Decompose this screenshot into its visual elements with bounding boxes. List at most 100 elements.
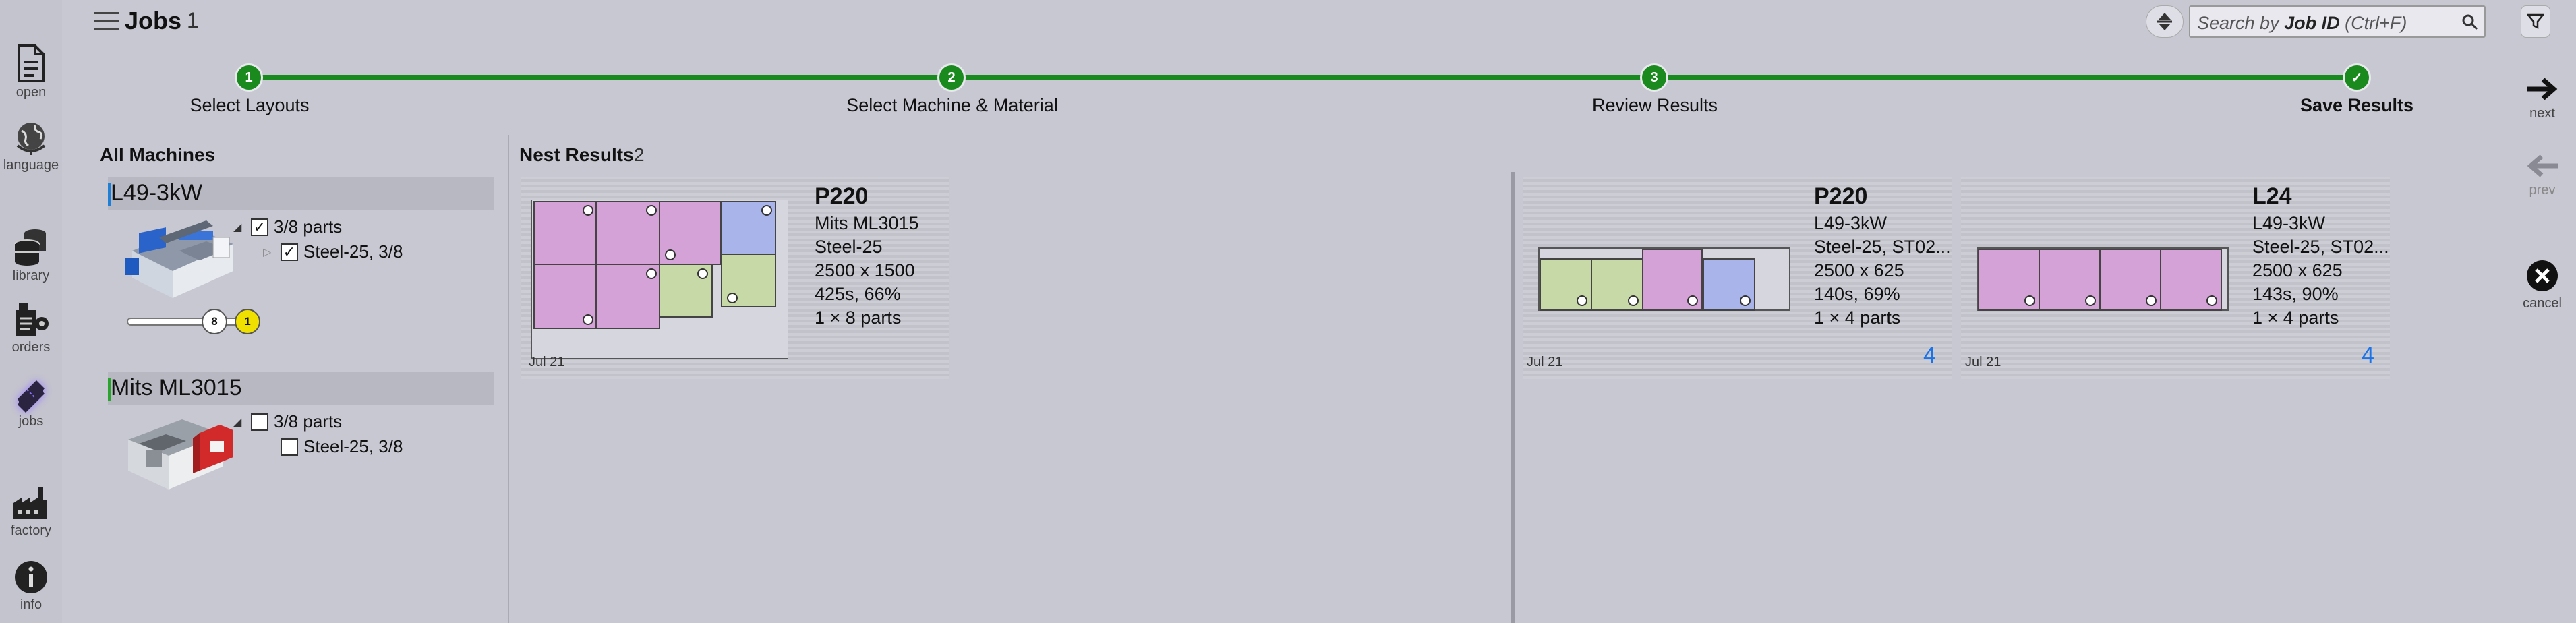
nest-material: Steel-25, ST02... — [2252, 237, 2389, 257]
parts-label: 3/8 parts — [274, 411, 343, 432]
nest-part-name: P220 — [1814, 183, 1868, 209]
slider-badge: 1 — [235, 309, 260, 334]
nest-machine: L49-3kW — [1814, 213, 1887, 233]
step-2-dot[interactable]: 2 — [937, 63, 966, 92]
nest-part-name: L24 — [2252, 183, 2292, 209]
nest-date: Jul 21 — [1965, 355, 2001, 369]
nav-library[interactable]: library — [0, 227, 62, 284]
nav-open-label: open — [16, 85, 47, 100]
job-count: 1 — [187, 8, 199, 32]
page-title: Jobs — [125, 7, 182, 34]
panel-divider — [508, 135, 509, 623]
nest-machine: L49-3kW — [2252, 213, 2326, 233]
nest-sheet-size: 2500 x 625 — [2252, 260, 2343, 280]
step-3-label: Review Results — [1591, 95, 1718, 115]
document-icon — [18, 44, 45, 82]
nav-orders-label: orders — [11, 340, 51, 355]
prev-button[interactable]: prev — [2509, 152, 2576, 198]
cancel-label: cancel — [2523, 296, 2562, 311]
nest-sheet-size: 2500 x 625 — [1814, 260, 1904, 280]
info-icon — [15, 561, 47, 593]
machine-header-mits[interactable]: Mits ML3015 — [108, 372, 494, 405]
nav-language-label: language — [3, 158, 59, 173]
factory-icon — [13, 487, 47, 519]
machine-name: Mits ML3015 — [111, 375, 242, 400]
ticket-icon — [18, 380, 45, 413]
nest-result-card[interactable]: P220 L49-3kW Steel-25, ST02... 2500 x 62… — [1523, 177, 1952, 379]
nav-jobs[interactable]: jobs — [0, 375, 62, 429]
nav-library-label: library — [12, 268, 50, 283]
tree-row-parts-mits: ◢ 3/8 parts — [233, 411, 342, 432]
search-icon[interactable] — [2461, 13, 2479, 31]
slider-knob[interactable]: 8 — [202, 309, 227, 334]
search-placeholder: Search by Job ID (Ctrl+F) — [2197, 13, 2407, 33]
close-icon — [2527, 260, 2558, 291]
parts-label: 3/8 parts — [274, 216, 343, 237]
nest-parts-count: 1 × 4 parts — [1814, 307, 1901, 328]
step-2-label: Select Machine & Material — [846, 95, 1058, 115]
nest-material: Steel-25, ST02... — [1814, 237, 1951, 257]
globe-icon — [16, 123, 46, 155]
nav-open[interactable]: open — [0, 43, 62, 100]
results-divider[interactable] — [1511, 172, 1515, 623]
machine-header-l49[interactable]: L49-3kW — [108, 177, 494, 210]
tree-row-material-mits: Steel-25, 3/8 — [281, 436, 403, 457]
material-checkbox-mits[interactable] — [281, 438, 298, 456]
cancel-button[interactable]: cancel — [2509, 259, 2576, 312]
laser-machine-image — [128, 419, 233, 489]
orders-icon — [16, 303, 49, 336]
nest-sheet-size: 2500 x 1500 — [815, 260, 915, 280]
nest-machine: Mits ML3015 — [815, 213, 919, 233]
left-nav: open language library orders jobs factor… — [0, 0, 62, 623]
nest-parts-count: 1 × 8 parts — [815, 307, 902, 328]
collapse-triangle-icon[interactable]: ◢ — [233, 415, 245, 429]
nest-results-title: Nest Results — [519, 144, 634, 165]
stepper-progress-line — [250, 75, 2357, 80]
machine-name: L49-3kW — [111, 180, 203, 206]
step-4-check-icon[interactable]: ✓ — [2343, 63, 2371, 92]
nest-date: Jul 21 — [529, 355, 565, 369]
nest-time-utilization: 425s, 66% — [815, 284, 901, 304]
sort-button[interactable] — [2146, 5, 2184, 38]
laser-machine-image — [125, 220, 233, 298]
parts-checkbox-mits[interactable] — [251, 413, 268, 431]
nest-result-card[interactable]: L24 L49-3kW Steel-25, ST02... 2500 x 625… — [1961, 177, 2390, 379]
sort-icon — [2157, 13, 2172, 30]
material-label: Steel-25, 3/8 — [303, 241, 403, 262]
nest-part-name: P220 — [815, 183, 869, 209]
arrow-left-icon — [2527, 154, 2558, 177]
step-4-label: Save Results — [2300, 95, 2414, 115]
next-button[interactable]: next — [2509, 76, 2576, 121]
filter-icon — [2527, 13, 2544, 30]
parts-checkbox-l49[interactable]: ✓ — [251, 218, 268, 236]
nav-info[interactable]: info — [0, 558, 62, 613]
step-3-dot[interactable]: 3 — [1640, 63, 1668, 92]
nav-language[interactable]: language — [0, 119, 62, 173]
step-1-dot[interactable]: 1 — [235, 63, 263, 92]
nest-result-card[interactable]: P220 Mits ML3015 Steel-25 2500 x 1500 42… — [521, 177, 949, 379]
material-label: Steel-25, 3/8 — [303, 436, 403, 456]
step-1-label: Select Layouts — [189, 95, 310, 115]
nav-orders[interactable]: orders — [0, 301, 62, 355]
filter-button[interactable] — [2521, 5, 2550, 38]
nest-time-utilization: 143s, 90% — [2252, 284, 2339, 304]
nest-time-utilization: 140s, 69% — [1814, 284, 1900, 304]
collapse-triangle-icon[interactable]: ◢ — [233, 220, 245, 234]
tree-row-material-l49: ▷ ✓ Steel-25, 3/8 — [263, 241, 403, 262]
nest-sheet-preview — [531, 200, 788, 359]
next-label: next — [2529, 106, 2555, 121]
nest-quantity: 4 — [2362, 343, 2374, 368]
expand-triangle-icon[interactable]: ▷ — [263, 245, 275, 259]
nest-quantity: 4 — [1923, 343, 1936, 368]
nav-factory[interactable]: factory — [0, 484, 62, 539]
machines-title: All Machines — [100, 144, 216, 165]
nest-sheet-preview — [1977, 247, 2229, 311]
nest-results-count: 2 — [634, 144, 645, 165]
nav-jobs-label: jobs — [18, 414, 44, 429]
nest-date: Jul 21 — [1527, 355, 1563, 369]
search-input[interactable]: Search by Job ID (Ctrl+F) — [2189, 5, 2486, 38]
prev-label: prev — [2529, 183, 2556, 198]
nest-material: Steel-25 — [815, 237, 883, 257]
hamburger-menu-icon[interactable] — [94, 11, 119, 32]
material-checkbox-l49[interactable]: ✓ — [281, 243, 298, 261]
